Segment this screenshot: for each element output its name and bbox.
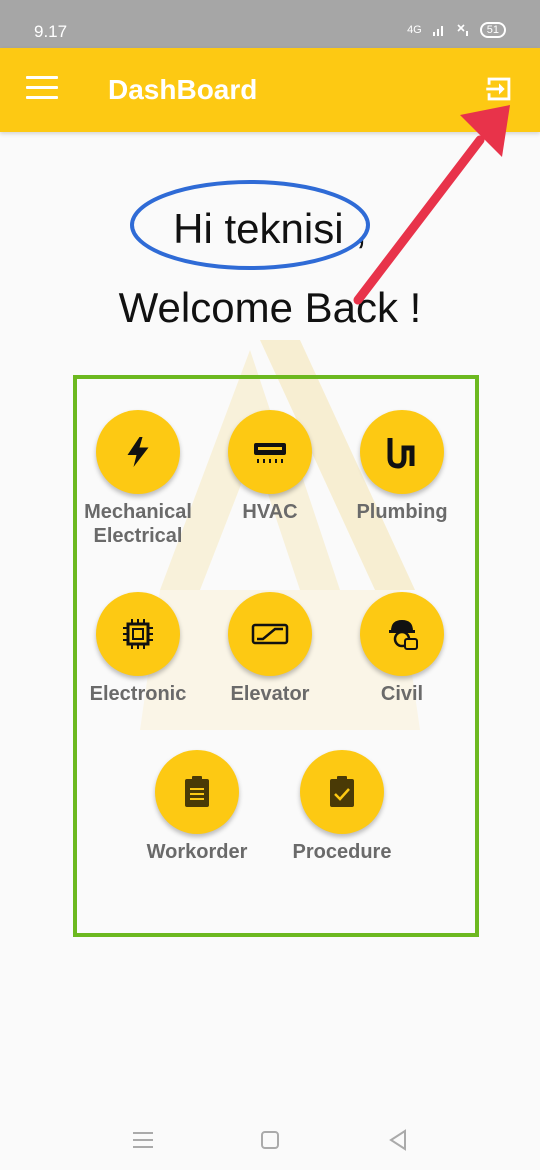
menu-item-civil[interactable]: Civil: [332, 592, 472, 706]
escalator-icon: [251, 623, 289, 645]
menu-item-elevator[interactable]: Elevator: [200, 592, 340, 706]
annotation-arrow: [353, 105, 510, 305]
air-conditioner-icon: [254, 443, 286, 463]
pipe-icon: [387, 438, 415, 469]
menu-item-procedure[interactable]: Procedure: [272, 750, 412, 864]
network-type: 4G: [407, 24, 422, 36]
signal-icon: [432, 26, 443, 36]
menu-label: Mechanical Electrical: [84, 501, 192, 547]
clipboard-check-icon: [330, 776, 354, 807]
menu-label: Civil: [380, 683, 424, 705]
menu-label: Workorder: [146, 841, 248, 863]
battery-indicator: 51: [479, 22, 506, 38]
status-time: 9.17: [34, 22, 68, 41]
hamburger-menu-icon[interactable]: [26, 76, 58, 104]
menu-item-plumbing[interactable]: Plumbing: [332, 410, 472, 524]
no-signal-icon: [457, 24, 468, 36]
menu-label: Elevator: [230, 683, 310, 705]
battery-level: 51: [486, 24, 499, 36]
home-icon[interactable]: [255, 1125, 285, 1155]
menu-item-electronic[interactable]: Electronic: [68, 592, 208, 706]
menu-item-hvac[interactable]: HVAC: [200, 410, 340, 524]
lightning-bolt-icon: [127, 437, 149, 467]
system-nav-bar: [0, 1105, 540, 1170]
menu-label: Procedure: [292, 841, 392, 863]
clipboard-list-icon: [185, 776, 209, 807]
chip-icon: [123, 619, 153, 649]
recents-icon[interactable]: [128, 1125, 158, 1155]
status-icons: 4G 51: [407, 22, 506, 38]
back-icon[interactable]: [383, 1125, 413, 1155]
menu-label: HVAC: [242, 501, 298, 523]
construction-worker-icon: [389, 620, 418, 650]
menu-item-workorder[interactable]: Workorder: [127, 750, 267, 864]
menu-label: Electronic: [89, 683, 187, 705]
menu-item-mechanical-electrical[interactable]: Mechanical Electrical: [68, 410, 208, 548]
status-bar: 9.17 4G 51: [0, 0, 540, 48]
app-title: DashBoard: [108, 74, 258, 105]
menu-label: Plumbing: [356, 501, 448, 523]
